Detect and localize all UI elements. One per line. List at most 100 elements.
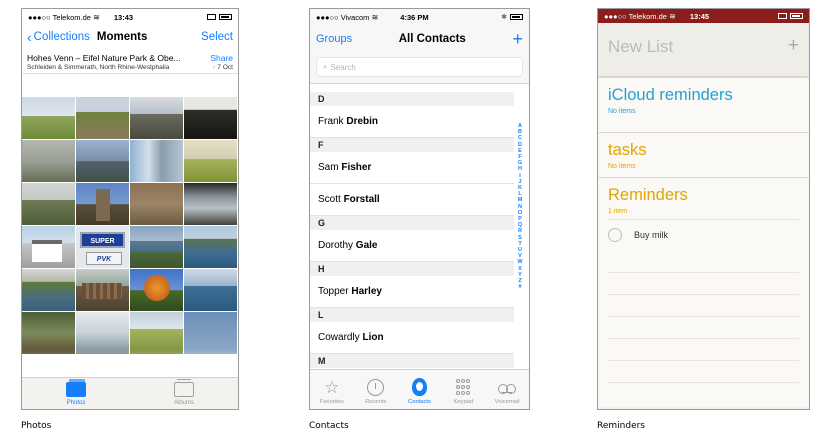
chevron-left-icon: ‹ bbox=[27, 29, 32, 45]
search-input[interactable]: ⌕ Search bbox=[316, 57, 523, 77]
battery-icon bbox=[510, 14, 523, 20]
status-bar: ●●●○○ Telekom.de ≋ 13:43 bbox=[22, 9, 238, 25]
photo-thumbnail[interactable] bbox=[184, 312, 237, 354]
empty-line bbox=[608, 339, 799, 361]
search-placeholder: Search bbox=[330, 62, 356, 72]
tab-label: Contacts bbox=[408, 399, 431, 405]
index-letter[interactable]: # bbox=[518, 284, 521, 290]
wifi-icon: ≋ bbox=[666, 11, 676, 21]
photo-thumbnail[interactable] bbox=[130, 226, 183, 268]
checkbox-circle-icon[interactable] bbox=[608, 228, 622, 243]
status-time: 13:43 bbox=[113, 12, 134, 22]
select-button[interactable]: Select bbox=[201, 31, 233, 43]
photo-thumbnail[interactable] bbox=[76, 183, 129, 225]
contact-row[interactable]: Dorothy Gale bbox=[310, 230, 514, 262]
reminder-item[interactable]: Buy milk bbox=[608, 218, 799, 251]
page-title: Moments bbox=[96, 31, 148, 43]
share-button[interactable]: Share bbox=[210, 53, 233, 63]
photo-thumbnail[interactable] bbox=[76, 269, 129, 311]
battery-area: ✱ bbox=[501, 13, 523, 21]
photos-tab-icon bbox=[66, 379, 86, 397]
contact-row[interactable]: Frank Drebin bbox=[310, 106, 514, 138]
list-card-tasks[interactable]: tasks No items bbox=[598, 132, 809, 177]
moment-header[interactable]: Hohes Venn – Eifel Nature Park & Obe... … bbox=[22, 49, 238, 74]
list-card-reminders[interactable]: Reminders 1 item Buy milk bbox=[598, 177, 809, 407]
photo-grid: SUPER PVK bbox=[22, 97, 238, 354]
photo-thumbnail[interactable] bbox=[76, 140, 129, 182]
reminders-caption: Reminders bbox=[597, 421, 645, 431]
photo-thumbnail[interactable] bbox=[76, 97, 129, 139]
tab-recents[interactable]: Recents bbox=[354, 370, 398, 409]
contact-row[interactable]: Scott Forstall bbox=[310, 184, 514, 216]
nav-bar: ‹ Collections Moments Select bbox=[22, 25, 238, 49]
photo-thumbnail[interactable] bbox=[130, 140, 183, 182]
tab-label: Albums bbox=[173, 400, 194, 406]
photo-thumbnail[interactable] bbox=[76, 312, 129, 354]
contact-row[interactable]: Sam Fisher bbox=[310, 152, 514, 184]
list-title: iCloud reminders bbox=[608, 86, 733, 104]
chevron-right-icon: › bbox=[213, 64, 216, 71]
add-contact-button[interactable]: + bbox=[512, 30, 523, 48]
list-count: No items bbox=[608, 162, 636, 170]
photo-thumbnail[interactable] bbox=[130, 183, 183, 225]
photo-thumbnail[interactable] bbox=[184, 140, 237, 182]
photo-thumbnail[interactable] bbox=[22, 269, 75, 311]
photo-thumbnail[interactable] bbox=[22, 140, 75, 182]
photo-thumbnail[interactable] bbox=[22, 312, 75, 354]
section-index[interactable]: A B C D E F G H I J K L M N O P Q R S T U V W X Y Z # bbox=[515, 123, 525, 290]
empty-line bbox=[608, 317, 799, 339]
back-label: Collections bbox=[33, 31, 90, 43]
battery-icon bbox=[790, 13, 803, 19]
tab-favorites[interactable]: ☆ Favorites bbox=[310, 370, 354, 409]
empty-line bbox=[608, 251, 799, 273]
add-list-button[interactable]: + bbox=[788, 36, 799, 55]
contact-icon bbox=[411, 378, 427, 396]
photo-thumbnail[interactable] bbox=[184, 269, 237, 311]
photos-caption: Photos bbox=[21, 421, 52, 431]
photo-thumbnail[interactable] bbox=[184, 183, 237, 225]
contact-row[interactable]: Topper Harley bbox=[310, 276, 514, 308]
empty-line bbox=[608, 295, 799, 317]
clock-icon bbox=[367, 379, 385, 396]
tab-bar: Photos Albums bbox=[22, 377, 238, 409]
photo-thumbnail[interactable] bbox=[130, 97, 183, 139]
section-header: H bbox=[310, 262, 514, 276]
status-time: 4:36 PM bbox=[400, 12, 429, 22]
photo-thumbnail[interactable] bbox=[130, 269, 183, 311]
photo-thumbnail[interactable] bbox=[22, 97, 75, 139]
battery-area bbox=[207, 14, 232, 20]
battery-icon bbox=[219, 14, 232, 20]
tab-keypad[interactable]: Keypad bbox=[441, 370, 485, 409]
list-card-icloud[interactable]: iCloud reminders No items bbox=[598, 77, 809, 132]
tab-albums[interactable]: Albums bbox=[130, 378, 238, 409]
photo-thumbnail[interactable]: SUPER PVK bbox=[76, 226, 129, 268]
search-area: ⌕ Search bbox=[310, 53, 529, 84]
empty-line bbox=[608, 361, 799, 383]
tab-photos[interactable]: Photos bbox=[22, 378, 130, 409]
section-header: D bbox=[310, 92, 514, 106]
contacts-screen: ●●●○○ Vivacom ≋ 4:36 PM ✱ Groups All Con… bbox=[309, 8, 530, 410]
carrier-label: ●●●○○ Telekom.de bbox=[604, 11, 667, 21]
first-name: Scott bbox=[318, 194, 341, 205]
last-name: Forstall bbox=[343, 194, 380, 205]
photo-thumbnail[interactable] bbox=[184, 226, 237, 268]
first-name: Dorothy bbox=[318, 240, 354, 251]
tab-label: Photos bbox=[66, 400, 86, 406]
back-button[interactable]: ‹ Collections bbox=[27, 30, 90, 44]
section-header: G bbox=[310, 216, 514, 230]
last-name: Harley bbox=[351, 286, 382, 297]
albums-tab-icon bbox=[174, 379, 194, 397]
new-list-bar[interactable]: New List + bbox=[598, 23, 809, 77]
groups-button[interactable]: Groups bbox=[316, 33, 352, 45]
section-header: L bbox=[310, 308, 514, 322]
photo-thumbnail[interactable] bbox=[130, 312, 183, 354]
section-header: F bbox=[310, 138, 514, 152]
photo-thumbnail[interactable] bbox=[22, 226, 75, 268]
tab-voicemail[interactable]: Voicemail bbox=[485, 370, 529, 409]
tab-label: Favorites bbox=[319, 399, 344, 405]
search-icon: ⌕ bbox=[323, 62, 328, 71]
photo-thumbnail[interactable] bbox=[22, 183, 75, 225]
tab-contacts[interactable]: Contacts bbox=[398, 370, 442, 409]
contact-row[interactable]: Cowardly Lion bbox=[310, 322, 514, 354]
photo-thumbnail[interactable] bbox=[184, 97, 237, 139]
